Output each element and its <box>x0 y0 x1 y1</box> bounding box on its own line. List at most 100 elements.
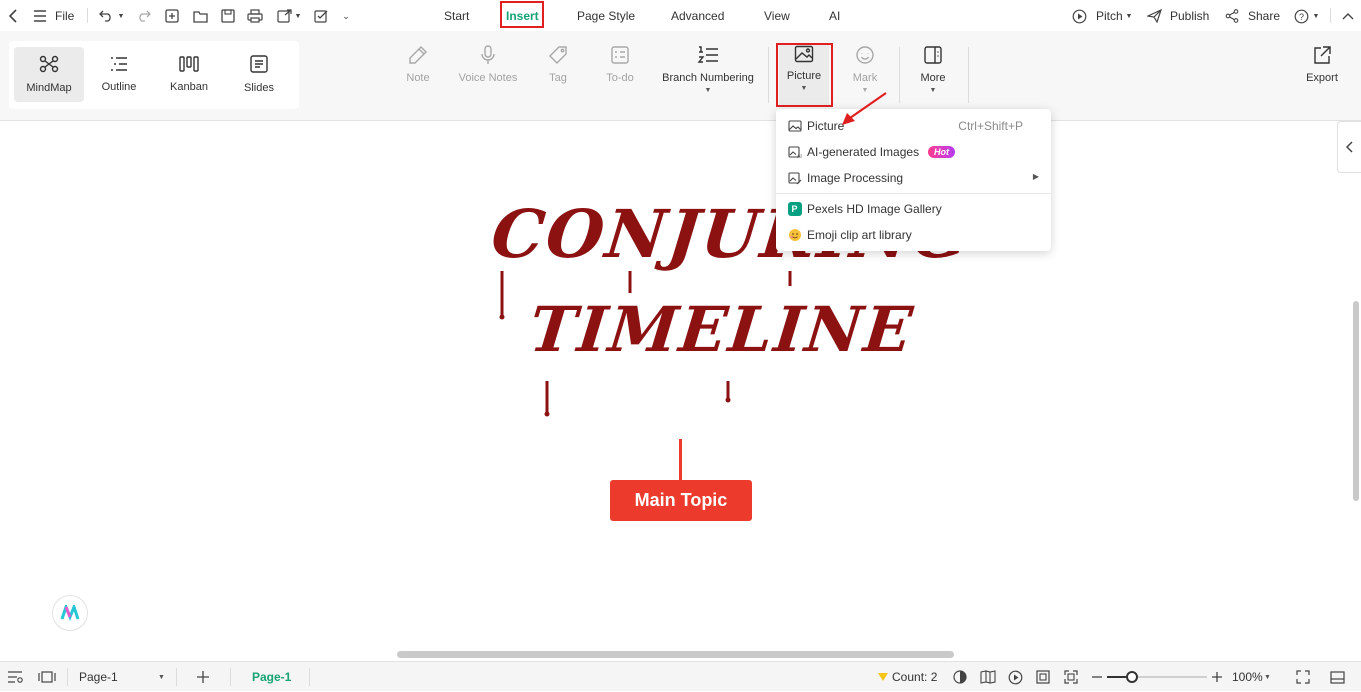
tab-start[interactable]: Start <box>444 0 469 31</box>
view-outline-button[interactable]: Outline <box>84 47 154 102</box>
fullscreen-icon[interactable] <box>1296 662 1310 692</box>
zoom-dropdown-icon[interactable]: ▼ <box>1264 662 1271 692</box>
hot-badge: Hot <box>928 146 955 158</box>
export-dropdown-icon[interactable]: ▼ <box>290 8 306 24</box>
horizontal-scrollbar[interactable] <box>397 651 954 658</box>
page-select-dropdown-icon[interactable]: ▼ <box>158 662 165 692</box>
tab-ai[interactable]: AI <box>829 0 840 31</box>
tab-view[interactable]: View <box>764 0 790 31</box>
help-icon[interactable]: ? <box>1293 8 1309 24</box>
tab-page-style[interactable]: Page Style <box>577 0 635 31</box>
picture-shortcut: Ctrl+Shift+P <box>958 119 1023 133</box>
svg-text:?: ? <box>1298 12 1303 22</box>
export-icon <box>1314 46 1331 64</box>
back-icon[interactable] <box>6 8 22 24</box>
pencil-icon <box>409 46 427 64</box>
export-button[interactable]: Export <box>1302 45 1342 84</box>
side-panel-toggle[interactable] <box>1337 121 1361 173</box>
tag-button[interactable]: Tag <box>544 45 572 84</box>
new-file-icon[interactable] <box>164 8 180 24</box>
branch-numbering-button[interactable]: Branch Numbering ▼ <box>658 45 758 94</box>
publish-button[interactable]: Publish <box>1170 0 1209 31</box>
numbered-list-icon <box>697 46 718 63</box>
tag-icon <box>549 46 567 64</box>
play-slideshow-icon[interactable] <box>1008 662 1023 692</box>
mindmap-canvas[interactable]: CONJURING TIMELINE <box>0 121 1361 661</box>
view-mindmap-button[interactable]: MindMap <box>14 47 84 102</box>
menu-item-picture[interactable]: Picture Ctrl+Shift+P <box>776 113 1051 139</box>
mark-label: Mark <box>852 72 878 84</box>
task-check-icon[interactable] <box>313 8 329 24</box>
zoom-level[interactable]: 100% <box>1232 662 1263 692</box>
more-chevron-icon[interactable]: ⌄ <box>338 8 354 24</box>
tag-label: Tag <box>549 72 567 84</box>
main-topic-node[interactable]: Main Topic <box>610 480 752 521</box>
more-dropdown-icon[interactable]: ▼ <box>930 87 937 94</box>
note-button[interactable]: Note <box>403 45 433 84</box>
fit-screen-icon[interactable] <box>1064 662 1078 692</box>
open-folder-icon[interactable] <box>192 8 208 24</box>
file-menu[interactable]: File <box>55 0 74 31</box>
view-kanban-button[interactable]: Kanban <box>154 47 224 102</box>
menu-item-pexels[interactable]: P Pexels HD Image Gallery <box>776 196 1051 222</box>
menu-item-ai-images[interactable]: AI AI-generated Images Hot <box>776 139 1051 165</box>
collapse-up-icon[interactable] <box>1340 8 1356 24</box>
divider <box>899 47 900 103</box>
print-icon[interactable] <box>247 8 263 24</box>
submenu-arrow-icon: ▶ <box>1032 172 1039 181</box>
publish-send-icon[interactable] <box>1146 8 1162 24</box>
divider <box>768 47 769 103</box>
todo-list-icon <box>611 46 629 64</box>
zoom-out-icon[interactable] <box>1091 662 1103 692</box>
zoom-slider-handle[interactable] <box>1126 671 1138 683</box>
view-mindmap-label: MindMap <box>26 82 72 94</box>
divider <box>176 668 177 686</box>
view-switcher: MindMap Outline Kanban Slides <box>9 41 299 109</box>
divider <box>309 668 310 686</box>
mark-button[interactable]: Mark ▼ <box>850 45 880 94</box>
share-button[interactable]: Share <box>1248 0 1280 31</box>
topic-count: Count: 2 <box>892 670 938 684</box>
pitch-button[interactable]: Pitch <box>1096 0 1123 31</box>
undo-icon[interactable] <box>98 8 114 24</box>
divider <box>67 668 68 686</box>
pexels-logo-icon: P <box>787 201 802 216</box>
share-icon[interactable] <box>1224 8 1240 24</box>
pitch-dropdown-icon[interactable]: ▼ <box>1121 8 1137 24</box>
voice-notes-button[interactable]: Voice Notes <box>456 45 520 84</box>
panel-toggle-icon[interactable] <box>1330 662 1345 692</box>
help-dropdown-icon[interactable]: ▼ <box>1308 8 1324 24</box>
view-outline-label: Outline <box>101 81 137 93</box>
fit-page-icon[interactable] <box>1036 662 1050 692</box>
zoom-in-icon[interactable] <box>1211 662 1223 692</box>
page-tab-active[interactable]: Page-1 <box>252 662 291 692</box>
page-select[interactable]: Page-1 <box>79 662 118 692</box>
image-icon <box>787 118 802 133</box>
save-icon[interactable] <box>220 8 236 24</box>
divider <box>1330 8 1331 23</box>
menu-item-image-processing[interactable]: Image Processing ▶ <box>776 165 1051 191</box>
blood-drips-graphic <box>499 271 792 417</box>
todo-button[interactable]: To-do <box>603 45 637 84</box>
add-page-icon[interactable] <box>196 662 210 692</box>
page-layout-icon[interactable] <box>38 662 56 692</box>
book-view-icon[interactable] <box>980 662 996 692</box>
more-button[interactable]: More ▼ <box>915 45 951 94</box>
theme-icon[interactable] <box>953 662 967 692</box>
ai-image-icon: AI <box>787 144 802 159</box>
page-settings-icon[interactable] <box>7 662 23 692</box>
branch-numbering-dropdown-icon[interactable]: ▼ <box>705 87 712 94</box>
export-label: Export <box>1306 72 1338 84</box>
menu-item-pexels-label: Pexels HD Image Gallery <box>807 202 942 216</box>
smiley-icon <box>856 46 874 64</box>
tab-advanced[interactable]: Advanced <box>671 0 724 31</box>
ai-assistant-icon[interactable] <box>52 595 88 631</box>
undo-dropdown-icon[interactable]: ▼ <box>113 8 129 24</box>
vertical-scrollbar[interactable] <box>1353 301 1359 501</box>
view-slides-button[interactable]: Slides <box>224 47 294 102</box>
hamburger-menu-icon[interactable] <box>32 8 48 24</box>
pitch-play-icon[interactable] <box>1071 8 1087 24</box>
divider <box>87 8 88 23</box>
redo-icon[interactable] <box>136 8 152 24</box>
menu-item-emoji[interactable]: Emoji clip art library <box>776 222 1051 248</box>
